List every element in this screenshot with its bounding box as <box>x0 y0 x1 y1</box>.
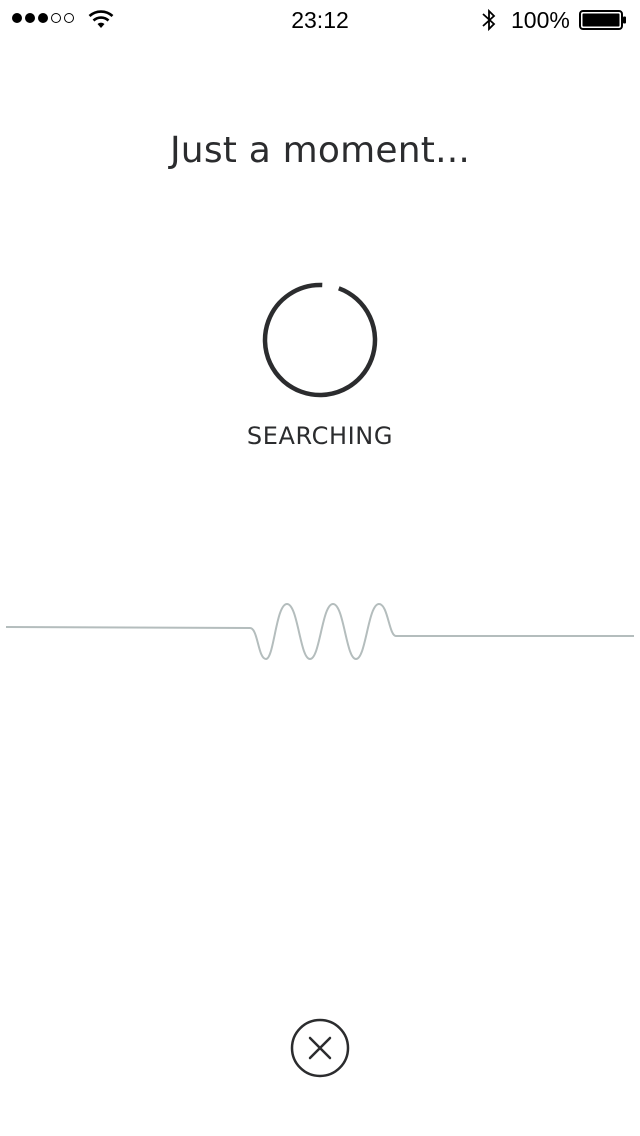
audio-waveform <box>5 602 634 661</box>
loading-spinner-icon <box>262 282 378 398</box>
battery-percentage: 100% <box>511 7 570 33</box>
bluetooth-icon <box>482 8 496 32</box>
battery-icon <box>579 10 626 30</box>
waveform-line <box>5 602 634 661</box>
search-status-label: SEARCHING <box>246 422 394 450</box>
cancel-button[interactable] <box>290 1018 350 1078</box>
page-title: Just a moment... <box>169 130 471 171</box>
status-bar: 23:12 100% <box>0 0 640 40</box>
spinner-arc <box>262 282 378 398</box>
